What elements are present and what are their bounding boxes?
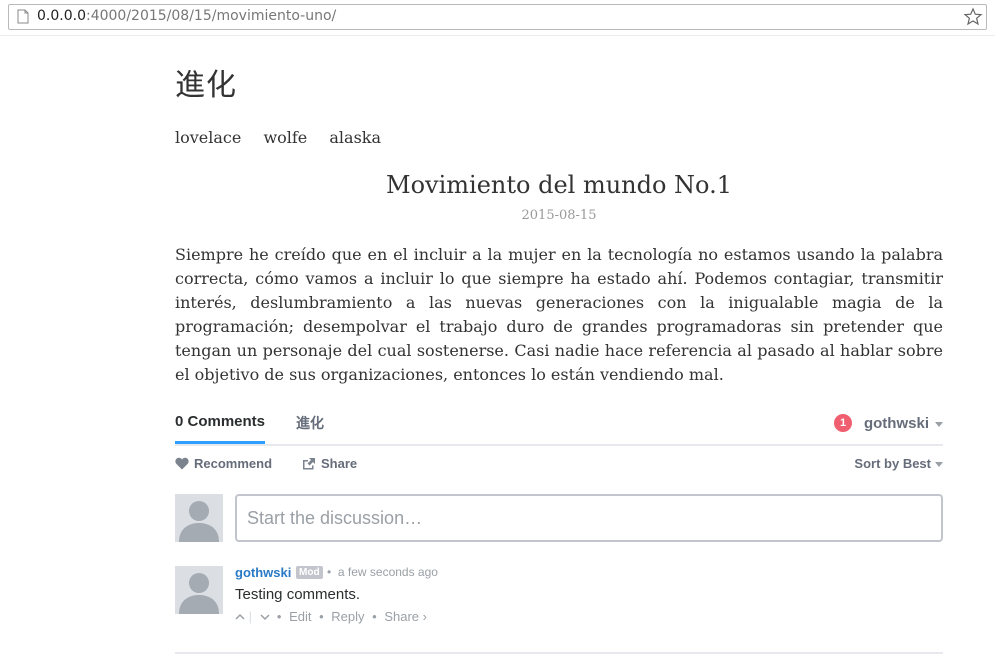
sort-label: Sort by Best xyxy=(854,456,931,471)
comments-divider xyxy=(175,652,943,654)
comment-timestamp: a few seconds ago xyxy=(337,565,438,579)
composer-placeholder: Start the discussion… xyxy=(247,508,423,528)
mod-badge: Mod xyxy=(296,566,323,579)
current-user-avatar xyxy=(175,494,223,542)
upvote-icon[interactable] xyxy=(235,612,245,622)
share-comment-link[interactable]: Share › xyxy=(384,609,427,624)
recommend-button[interactable]: Recommend xyxy=(175,456,272,471)
bookmark-star-icon[interactable] xyxy=(963,7,983,27)
heart-icon xyxy=(175,457,189,470)
nav-link-lovelace[interactable]: lovelace xyxy=(175,128,241,147)
comment-footer: | • Edit • Reply • Share › xyxy=(235,609,431,624)
share-button[interactable]: Share xyxy=(302,456,357,471)
post-date: 2015-08-15 xyxy=(521,208,597,223)
comment-text: Testing comments. xyxy=(235,586,361,603)
address-bar[interactable]: 0.0.0.0:4000/2015/08/15/movimiento-uno/ xyxy=(8,4,987,30)
footer-dot: • xyxy=(372,609,377,624)
footer-dot: • xyxy=(273,609,282,624)
comment-time[interactable]: • a few seconds ago xyxy=(327,565,438,579)
blog-nav: lovelace wolfe alaska xyxy=(175,128,398,147)
avatar-placeholder-icon xyxy=(175,566,223,614)
post-body: Siempre he creído que en el incluir a la… xyxy=(175,245,943,384)
comment-composer-input[interactable]: Start the discussion… xyxy=(235,494,943,542)
post-title: Movimiento del mundo No.1 xyxy=(386,171,732,199)
share-icon xyxy=(303,458,315,470)
page-icon xyxy=(17,9,29,24)
downvote-icon[interactable] xyxy=(260,612,270,622)
recommend-label: Recommend xyxy=(194,456,273,471)
edit-link[interactable]: Edit xyxy=(289,609,311,624)
reply-link[interactable]: Reply xyxy=(331,609,364,624)
footer-dot: • xyxy=(319,609,324,624)
user-menu-name: gothwski xyxy=(863,415,929,432)
vote-separator: | xyxy=(248,609,253,624)
nav-link-wolfe[interactable]: wolfe xyxy=(263,128,307,147)
tab-comments[interactable]: 0 Comments xyxy=(175,413,266,444)
comment-author-avatar[interactable] xyxy=(175,566,223,614)
comment-author[interactable]: gothwski xyxy=(235,565,291,580)
url-text[interactable]: 0.0.0.0:4000/2015/08/15/movimiento-uno/ xyxy=(37,8,336,24)
blog-title[interactable]: 進化 xyxy=(175,60,237,104)
chrome-divider xyxy=(0,35,995,36)
chevron-down-icon xyxy=(935,462,943,467)
nav-link-alaska[interactable]: alaska xyxy=(329,128,381,147)
comments-actions: Recommend Share Sort by Best xyxy=(175,456,943,476)
meta-separator: • xyxy=(327,565,332,579)
comments-tab-bar: 0 Comments 進化 1 gothwski xyxy=(175,404,943,446)
sort-dropdown[interactable]: Sort by Best xyxy=(854,456,943,471)
user-menu[interactable]: 1 gothwski xyxy=(823,413,943,437)
chevron-down-icon xyxy=(935,422,943,427)
avatar-placeholder-icon xyxy=(175,494,223,542)
notification-badge[interactable]: 1 xyxy=(834,414,852,432)
tab-community[interactable]: 進化 xyxy=(296,413,324,433)
share-label: Share xyxy=(321,456,358,471)
